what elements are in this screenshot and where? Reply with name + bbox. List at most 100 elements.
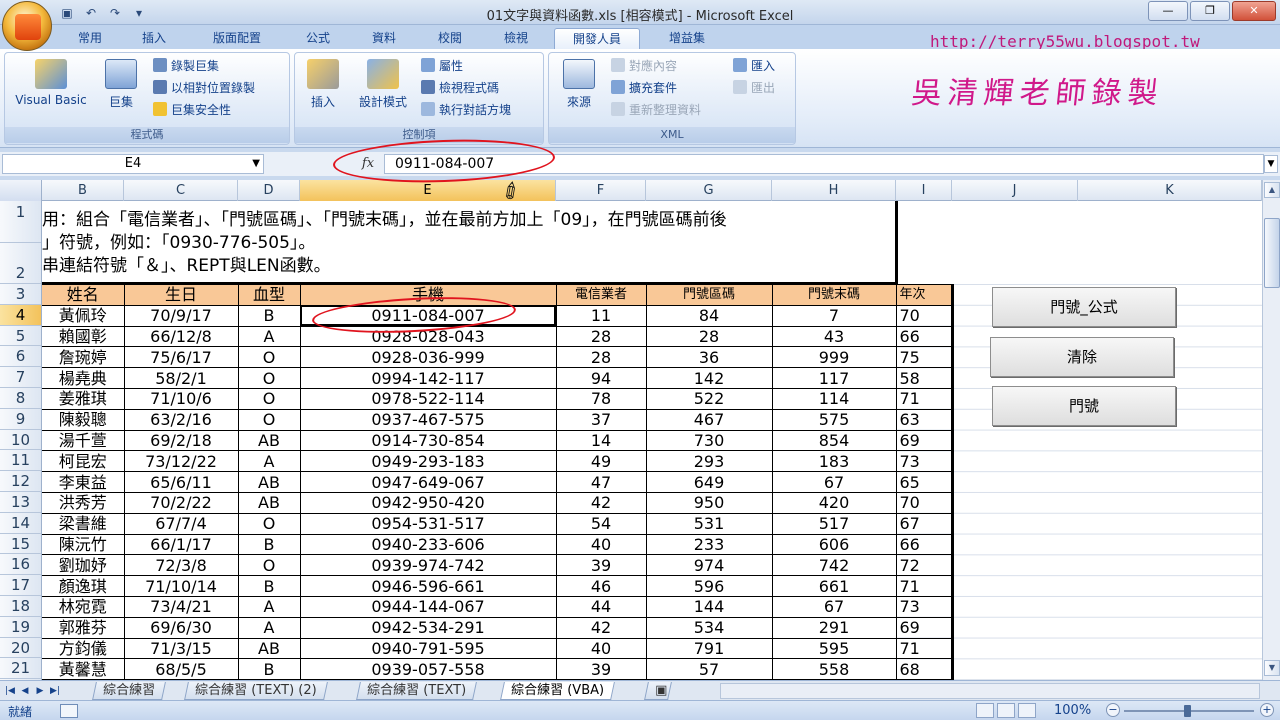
table-cell[interactable]: 69/6/30 <box>123 616 239 639</box>
table-cell[interactable]: 42 <box>555 616 647 639</box>
sheet-tab-2[interactable]: 綜合練習 (TEXT) (2) <box>184 682 328 700</box>
row-header[interactable]: 10 <box>0 430 41 451</box>
column-header-cell[interactable]: 門號末碼 <box>771 284 897 306</box>
table-cell[interactable]: 54 <box>555 512 647 535</box>
minimize-button[interactable]: — <box>1148 1 1188 21</box>
row-header[interactable]: 4 <box>0 304 41 326</box>
table-cell[interactable]: O <box>237 387 301 410</box>
import-button[interactable]: 匯入 <box>733 57 775 76</box>
column-header-f[interactable]: F <box>556 180 646 201</box>
formula-input[interactable]: 0911-084-007 <box>384 154 1264 174</box>
row-header[interactable]: 14 <box>0 513 41 534</box>
phone-button[interactable]: 門號 <box>992 386 1176 426</box>
table-cell[interactable]: 林宛霓 <box>42 595 125 618</box>
table-cell[interactable]: 75 <box>895 346 954 369</box>
table-cell[interactable]: 44 <box>555 595 647 618</box>
table-cell[interactable]: 0928-028-043 <box>299 325 557 348</box>
table-cell[interactable]: 534 <box>645 616 773 639</box>
row-header[interactable]: 13 <box>0 492 41 513</box>
tab-insert[interactable]: 插入 <box>134 28 174 49</box>
table-cell[interactable]: 洪秀芳 <box>42 491 125 514</box>
table-cell[interactable]: 71 <box>895 637 954 660</box>
table-cell[interactable]: 14 <box>555 429 647 452</box>
table-cell[interactable]: 730 <box>645 429 773 452</box>
insert-function-icon[interactable]: fx <box>356 154 380 174</box>
zoom-out-icon[interactable]: − <box>1106 703 1120 717</box>
table-cell[interactable]: 114 <box>771 387 897 410</box>
tab-data[interactable]: 資料 <box>362 28 406 49</box>
table-cell[interactable]: B <box>237 575 301 597</box>
table-cell[interactable]: A <box>237 595 301 618</box>
vertical-scrollbar[interactable]: ▲ ▼ <box>1262 180 1280 680</box>
tab-view[interactable]: 檢視 <box>494 28 538 49</box>
select-all-corner[interactable] <box>0 180 42 201</box>
table-cell[interactable]: A <box>237 450 301 473</box>
table-cell[interactable]: 65 <box>895 471 954 493</box>
table-cell[interactable]: 0940-233-606 <box>299 533 557 556</box>
column-header-cell[interactable]: 門號區碼 <box>645 284 773 306</box>
table-cell[interactable]: 63 <box>895 408 954 431</box>
table-cell[interactable]: 11 <box>555 304 647 327</box>
row-header[interactable]: 7 <box>0 367 41 388</box>
tab-review[interactable]: 校閱 <box>428 28 472 49</box>
column-header-j[interactable]: J <box>952 180 1078 201</box>
row-header[interactable]: 12 <box>0 471 41 492</box>
table-cell[interactable]: 69 <box>895 616 954 639</box>
table-cell[interactable]: 0944-144-067 <box>299 595 557 618</box>
table-cell[interactable]: 28 <box>645 325 773 348</box>
table-cell[interactable]: 劉珈妤 <box>42 554 125 577</box>
row-header[interactable]: 8 <box>0 388 41 409</box>
table-cell[interactable]: 661 <box>771 575 897 597</box>
table-cell[interactable]: 47 <box>555 471 647 493</box>
table-cell[interactable]: 233 <box>645 533 773 556</box>
name-box[interactable]: E4 ▼ <box>2 154 264 174</box>
table-cell[interactable]: 郭雅芬 <box>42 616 125 639</box>
normal-view-icon[interactable] <box>976 703 994 718</box>
table-cell[interactable]: 117 <box>771 367 897 389</box>
table-cell[interactable]: 73 <box>895 450 954 473</box>
table-cell[interactable]: 58/2/1 <box>123 367 239 389</box>
column-header-c[interactable]: C <box>124 180 238 201</box>
table-cell[interactable]: 65/6/11 <box>123 471 239 493</box>
table-cell[interactable]: 999 <box>771 346 897 369</box>
table-cell[interactable]: AB <box>237 637 301 660</box>
table-cell[interactable]: 43 <box>771 325 897 348</box>
table-cell[interactable]: 66/1/17 <box>123 533 239 556</box>
table-cell[interactable]: 950 <box>645 491 773 514</box>
table-cell[interactable]: 0937-467-575 <box>299 408 557 431</box>
table-cell[interactable]: 0940-791-595 <box>299 637 557 660</box>
table-cell[interactable]: 方鈞儀 <box>42 637 125 660</box>
table-cell[interactable]: 36 <box>645 346 773 369</box>
table-cell[interactable]: 73/4/21 <box>123 595 239 618</box>
table-cell[interactable]: 69/2/18 <box>123 429 239 452</box>
insert-control-button[interactable]: 插入 <box>301 59 345 110</box>
row-header[interactable]: 17 <box>0 575 41 596</box>
table-cell[interactable]: 649 <box>645 471 773 493</box>
table-cell[interactable]: 28 <box>555 346 647 369</box>
zoom-slider[interactable] <box>1124 705 1254 717</box>
tab-developer[interactable]: 開發人員 <box>554 28 640 49</box>
row-header[interactable]: 5 <box>0 326 41 347</box>
table-cell[interactable]: 0947-649-067 <box>299 471 557 493</box>
row-header[interactable]: 19 <box>0 617 41 638</box>
table-cell[interactable]: 144 <box>645 595 773 618</box>
table-cell[interactable]: 854 <box>771 429 897 452</box>
design-mode-button[interactable]: 設計模式 <box>351 59 415 110</box>
visual-basic-button[interactable]: Visual Basic <box>11 59 91 107</box>
tab-page-layout[interactable]: 版面配置 <box>198 28 276 49</box>
table-cell[interactable]: 67 <box>771 595 897 618</box>
table-cell[interactable]: 69 <box>895 429 954 452</box>
xml-source-button[interactable]: 來源 <box>555 59 603 110</box>
table-cell[interactable]: 72/3/8 <box>123 554 239 577</box>
table-cell[interactable]: 71 <box>895 387 954 410</box>
run-dialog-button[interactable]: 執行對話方塊 <box>421 101 511 120</box>
refresh-data-button[interactable]: 重新整理資料 <box>611 101 701 120</box>
horizontal-scrollbar[interactable] <box>720 683 1260 699</box>
table-cell[interactable]: 71 <box>895 575 954 597</box>
macro-security-button[interactable]: 巨集安全性 <box>153 101 231 120</box>
prev-sheet-icon[interactable]: ◀ <box>19 683 31 699</box>
table-cell[interactable]: 183 <box>771 450 897 473</box>
table-cell[interactable]: 0994-142-117 <box>299 367 557 389</box>
table-cell[interactable]: O <box>237 554 301 577</box>
sheet-tab-3[interactable]: 綜合練習 (TEXT) <box>356 682 477 700</box>
